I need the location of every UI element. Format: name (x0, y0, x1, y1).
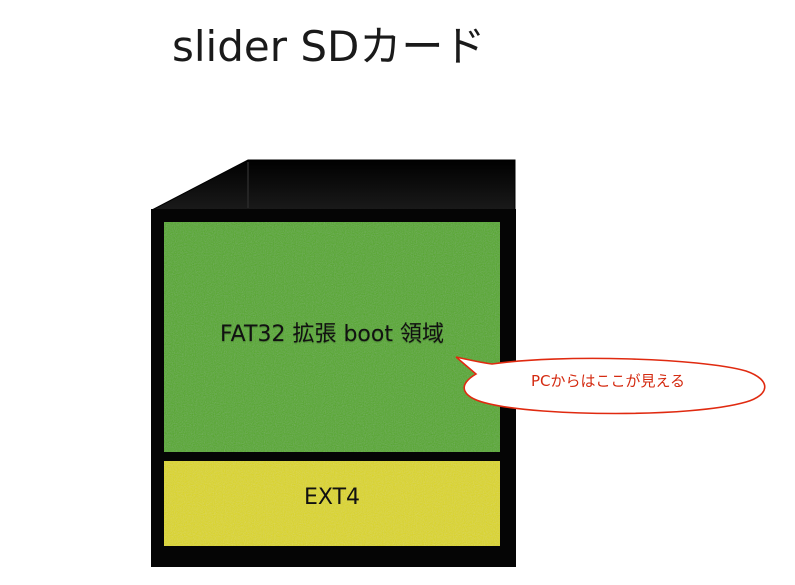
callout-text: PCからはここが見える (530, 372, 686, 390)
fat32-partition-label: FAT32 拡張 boot 領域 (220, 322, 444, 347)
sd-card-top (151, 159, 516, 211)
ext4-partition-label: EXT4 (303, 485, 361, 510)
